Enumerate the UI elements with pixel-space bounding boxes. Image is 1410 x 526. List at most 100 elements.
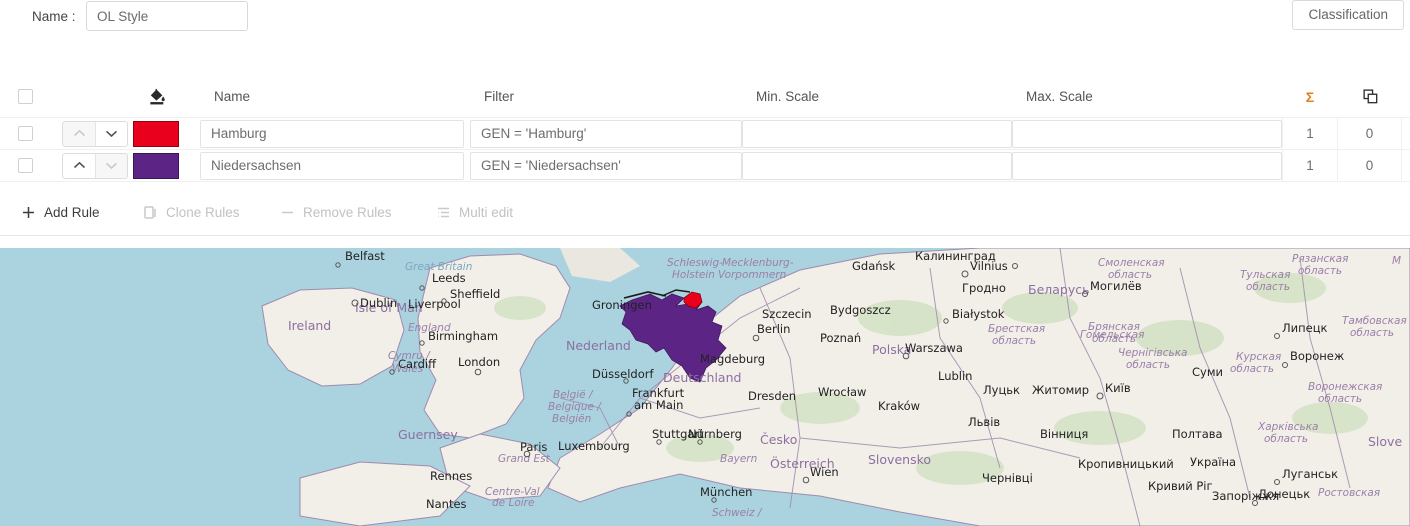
style-header-bar: Name : Classification bbox=[0, 0, 1410, 50]
svg-text:Cardiff: Cardiff bbox=[398, 357, 437, 371]
svg-text:Sheffield: Sheffield bbox=[450, 287, 500, 301]
column-header-min-scale[interactable]: Min. Scale bbox=[742, 76, 1012, 117]
name-label: Name : bbox=[32, 9, 76, 24]
rule-sum-value: 1 bbox=[1282, 149, 1338, 182]
svg-text:Гомельская: Гомельская bbox=[1080, 329, 1144, 341]
svg-text:Nederland: Nederland bbox=[566, 338, 631, 353]
svg-text:М: М bbox=[1392, 255, 1401, 267]
rule-min-scale-input[interactable] bbox=[742, 151, 1012, 180]
style-name-input[interactable] bbox=[86, 1, 248, 31]
svg-text:Bayern: Bayern bbox=[720, 453, 757, 465]
reorder-button-group bbox=[62, 152, 128, 179]
reorder-header-cell bbox=[62, 76, 128, 117]
color-swatch[interactable] bbox=[133, 120, 179, 147]
column-header-name[interactable]: Name bbox=[200, 76, 468, 117]
table-header-row: Name Filter Min. Scale Max. Scale Σ bbox=[0, 76, 1410, 118]
row-select-cell bbox=[18, 150, 58, 181]
rule-filter-input[interactable] bbox=[470, 119, 742, 148]
select-all-checkbox[interactable] bbox=[18, 89, 33, 104]
svg-text:Białystok: Białystok bbox=[952, 307, 1005, 321]
rule-name-cell bbox=[200, 150, 468, 181]
svg-text:London: London bbox=[458, 355, 500, 369]
column-header-sum[interactable]: Σ bbox=[1282, 76, 1338, 117]
svg-text:Kraków: Kraków bbox=[878, 399, 920, 413]
reorder-button-group bbox=[62, 120, 128, 147]
move-down-button bbox=[95, 153, 127, 178]
rule-filter-cell bbox=[470, 150, 742, 181]
classification-button[interactable]: Classification bbox=[1292, 0, 1404, 30]
svg-text:Bydgoszcz: Bydgoszcz bbox=[830, 303, 891, 317]
svg-text:Poznań: Poznań bbox=[820, 331, 861, 345]
map-preview[interactable]: Great Britain Ireland Isle of Man Englan… bbox=[0, 248, 1410, 526]
svg-text:Брестская: Брестская bbox=[988, 323, 1045, 335]
clone-rules-label: Clone Rules bbox=[166, 204, 240, 220]
svg-text:Кропивницький: Кропивницький bbox=[1078, 457, 1174, 471]
add-rule-button[interactable]: Add Rule bbox=[22, 201, 100, 223]
move-down-button[interactable] bbox=[95, 121, 127, 146]
svg-text:Dublin: Dublin bbox=[360, 296, 397, 310]
svg-text:Paris: Paris bbox=[520, 440, 547, 454]
rule-name-input[interactable] bbox=[200, 119, 464, 148]
clone-rules-button: Clone Rules bbox=[144, 201, 240, 223]
table-row[interactable]: 1 0 bbox=[0, 117, 1410, 150]
svg-text:Dresden: Dresden bbox=[748, 389, 796, 403]
svg-text:Донецьк: Донецьк bbox=[1258, 487, 1310, 501]
rule-min-scale-input[interactable] bbox=[742, 119, 1012, 148]
svg-text:Тульская: Тульская bbox=[1240, 269, 1290, 281]
svg-text:Луганськ: Луганськ bbox=[1282, 467, 1338, 481]
move-up-button[interactable] bbox=[63, 153, 95, 178]
svg-text:Schleswig-: Schleswig- bbox=[667, 257, 723, 269]
column-header-duplicates[interactable] bbox=[1338, 76, 1402, 117]
svg-text:Wrocław: Wrocław bbox=[818, 385, 866, 399]
svg-text:Могилёв: Могилёв bbox=[1090, 279, 1142, 293]
svg-text:Warszawa: Warszawa bbox=[905, 341, 963, 355]
sigma-icon: Σ bbox=[1305, 88, 1315, 105]
svg-text:Ireland: Ireland bbox=[288, 318, 331, 333]
column-header-max-scale[interactable]: Max. Scale bbox=[1012, 76, 1282, 117]
svg-text:область: область bbox=[1298, 265, 1342, 277]
remove-rules-label: Remove Rules bbox=[303, 204, 392, 220]
multi-edit-icon bbox=[438, 207, 449, 217]
clone-icon bbox=[144, 205, 156, 219]
svg-text:Belfast: Belfast bbox=[345, 249, 385, 263]
svg-text:München: München bbox=[700, 485, 752, 499]
svg-text:Lublin: Lublin bbox=[938, 369, 972, 383]
rule-duplicates-value: 0 bbox=[1338, 149, 1402, 182]
color-swatch[interactable] bbox=[133, 152, 179, 179]
rule-min-scale-cell bbox=[742, 118, 1012, 149]
svg-text:Schweiz /: Schweiz / bbox=[712, 507, 763, 519]
rule-max-scale-input[interactable] bbox=[1012, 119, 1282, 148]
table-row[interactable]: 1 0 bbox=[0, 149, 1410, 182]
svg-text:Гродно: Гродно bbox=[962, 281, 1006, 295]
rule-action-bar: Add Rule Clone Rules Remove Rules Multi … bbox=[0, 190, 1410, 236]
svg-text:область: область bbox=[1126, 359, 1170, 371]
rule-min-scale-cell bbox=[742, 150, 1012, 181]
svg-text:область: область bbox=[1350, 327, 1394, 339]
svg-text:Смоленская: Смоленская bbox=[1098, 257, 1165, 269]
svg-text:Vorpommern: Vorpommern bbox=[718, 269, 786, 281]
rule-filter-cell bbox=[470, 118, 742, 149]
rule-max-scale-input[interactable] bbox=[1012, 151, 1282, 180]
move-up-button bbox=[63, 121, 95, 146]
svg-text:Харківська: Харківська bbox=[1257, 421, 1318, 433]
svg-text:Vilnius: Vilnius bbox=[970, 259, 1008, 273]
rule-duplicates-cell: 0 bbox=[1338, 117, 1402, 150]
svg-text:Česko: Česko bbox=[760, 432, 797, 447]
svg-text:Житомир: Житомир bbox=[1032, 383, 1089, 397]
rule-name-cell bbox=[200, 118, 468, 149]
svg-text:область: область bbox=[1264, 433, 1308, 445]
column-header-filter[interactable]: Filter bbox=[470, 76, 742, 117]
map-canvas[interactable]: Great Britain Ireland Isle of Man Englan… bbox=[0, 248, 1410, 526]
svg-text:Szczecin: Szczecin bbox=[762, 307, 812, 321]
rule-name-input[interactable] bbox=[200, 151, 464, 180]
row-checkbox[interactable] bbox=[18, 158, 33, 173]
rule-filter-input[interactable] bbox=[470, 151, 742, 180]
multi-edit-label: Multi edit bbox=[459, 204, 514, 220]
svg-text:Berlin: Berlin bbox=[757, 322, 790, 336]
reorder-cell bbox=[62, 118, 128, 149]
row-checkbox[interactable] bbox=[18, 126, 33, 141]
svg-text:Nürnberg: Nürnberg bbox=[688, 427, 742, 441]
svg-text:Holstein: Holstein bbox=[672, 269, 715, 281]
rule-sum-value: 1 bbox=[1282, 117, 1338, 150]
svg-text:Ростовская: Ростовская bbox=[1318, 487, 1380, 499]
